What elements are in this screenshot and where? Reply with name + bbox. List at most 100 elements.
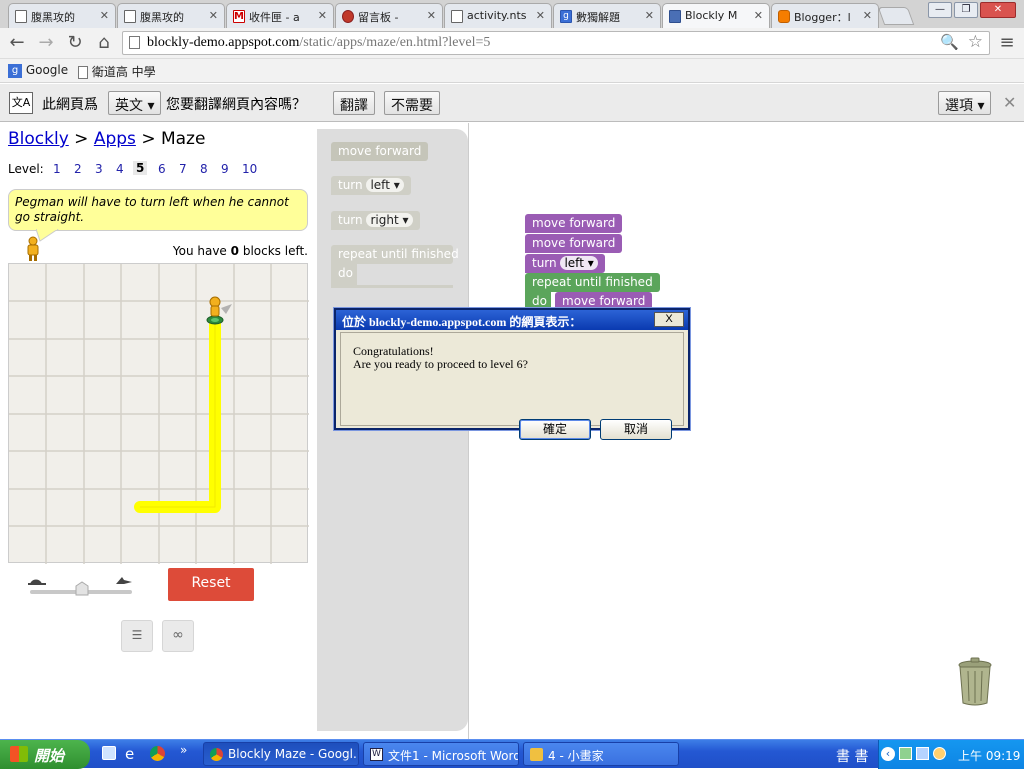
code-icon: ☰: [131, 628, 143, 642]
toolbox-turn-right-block[interactable]: turn right ▾: [331, 211, 420, 230]
bookmark-google[interactable]: g Google: [8, 63, 68, 78]
dialog-close-button[interactable]: X: [654, 312, 684, 327]
show-desktop-icon[interactable]: [102, 746, 116, 760]
tab-title: 數獨解題: [576, 11, 620, 24]
close-tab-icon[interactable]: ✕: [645, 9, 654, 22]
address-bar[interactable]: blockly-demo.appspot.com/static/apps/maz…: [122, 31, 990, 55]
nope-button[interactable]: 不需要: [384, 91, 440, 115]
translate-button[interactable]: 翻譯: [333, 91, 375, 115]
level-link-3[interactable]: 3: [95, 162, 103, 176]
browser-tab-4[interactable]: 留言板 - ✕: [335, 3, 443, 28]
ie-icon[interactable]: e: [125, 745, 134, 763]
trash-can-icon[interactable]: [957, 657, 993, 707]
turn-direction-dropdown[interactable]: left ▾: [560, 256, 598, 270]
browser-tab-7-active[interactable]: Blockly M ✕: [662, 3, 770, 28]
dialog-body: Congratulations! Are you ready to procee…: [340, 332, 684, 440]
program-move-forward-block[interactable]: move forward: [525, 234, 623, 253]
turn-direction-dropdown[interactable]: right ▾: [366, 213, 413, 227]
bookmark-star-icon[interactable]: ☆: [968, 32, 983, 52]
link-button[interactable]: ∞: [162, 620, 194, 652]
ime-indicator[interactable]: 書 書: [836, 746, 868, 766]
close-tab-icon[interactable]: ✕: [863, 9, 872, 22]
maze-board: [8, 263, 309, 564]
reload-icon[interactable]: ↻: [64, 32, 86, 54]
close-tab-icon[interactable]: ✕: [100, 9, 109, 22]
toolbox-move-forward-block[interactable]: move forward: [331, 142, 429, 161]
level-link-1[interactable]: 1: [53, 162, 61, 176]
start-button[interactable]: 開始: [0, 740, 90, 769]
zoom-icon[interactable]: 🔍: [940, 33, 959, 52]
url-host: blockly-demo.appspot.com: [147, 35, 300, 50]
level-link-6[interactable]: 6: [158, 162, 166, 176]
repeat-header: repeat until finished: [331, 245, 459, 264]
tab-title: 腹黑攻的: [31, 11, 75, 24]
level-link-2[interactable]: 2: [74, 162, 82, 176]
turn-direction-dropdown[interactable]: left ▾: [366, 178, 404, 192]
browser-tab-6[interactable]: g 數獨解題 ✕: [553, 3, 661, 28]
tray-expand-icon[interactable]: ‹: [881, 747, 895, 761]
toolbox-turn-left-block[interactable]: turn left ▾: [331, 176, 411, 195]
breadcrumb-apps-link[interactable]: Apps: [94, 129, 136, 149]
program-move-forward-block[interactable]: move forward: [525, 214, 623, 233]
reset-button[interactable]: Reset: [168, 568, 254, 601]
level-link-9[interactable]: 9: [221, 162, 229, 176]
windows-taskbar: 開始 e » Blockly Maze - Googl... W 文件1 - M…: [0, 739, 1024, 769]
close-tab-icon[interactable]: ✕: [754, 9, 763, 22]
slider-knob: [75, 581, 89, 596]
apple-icon: [342, 10, 354, 23]
bookmark-label: 中學: [131, 65, 156, 79]
close-tab-icon[interactable]: ✕: [536, 9, 545, 22]
forward-icon[interactable]: →: [35, 32, 57, 54]
taskbar-chrome-window[interactable]: Blockly Maze - Googl...: [203, 742, 359, 766]
level-link-4[interactable]: 4: [116, 162, 124, 176]
bookmark-school[interactable]: 衛道高 中學: [78, 63, 156, 80]
level-link-8[interactable]: 8: [200, 162, 208, 176]
language-select[interactable]: 英文 ▾: [108, 91, 162, 115]
level-link-7[interactable]: 7: [179, 162, 187, 176]
display-icon[interactable]: [916, 747, 929, 760]
program-repeat-block[interactable]: repeat until finished: [525, 273, 660, 292]
tab-strip: 腹黑攻的 ✕ 腹黑攻的 ✕ M 收件匣 - a ✕ 留言板 - ✕ activi…: [0, 0, 1024, 28]
home-icon[interactable]: ⌂: [93, 32, 115, 54]
show-code-button[interactable]: ☰: [121, 620, 153, 652]
browser-tab-1[interactable]: 腹黑攻的 ✕: [8, 3, 116, 28]
browser-tab-3[interactable]: M 收件匣 - a ✕: [226, 3, 334, 28]
browser-tab-5[interactable]: activity.nts ✕: [444, 3, 552, 28]
dialog-cancel-button[interactable]: 取消: [600, 419, 672, 440]
toolbox-repeat-block[interactable]: repeat until finished do: [331, 245, 459, 288]
browser-toolbar: ← → ↻ ⌂ blockly-demo.appspot.com/static/…: [0, 28, 1024, 59]
taskbar-word-window[interactable]: W 文件1 - Microsoft Word: [363, 742, 519, 766]
breadcrumb-blockly-link[interactable]: Blockly: [8, 129, 69, 149]
speed-slider[interactable]: [28, 574, 134, 598]
tab-title: activity.nts: [467, 9, 527, 22]
close-tab-icon[interactable]: ✕: [427, 9, 436, 22]
breadcrumb-separator: >: [74, 129, 89, 149]
chrome-icon[interactable]: [150, 746, 165, 761]
tab-title: 留言板 -: [358, 11, 399, 24]
clock[interactable]: 上午 09:19: [958, 747, 1020, 764]
program-turn-block[interactable]: turn left ▾: [525, 254, 605, 273]
close-tab-icon[interactable]: ✕: [318, 9, 327, 22]
menu-icon[interactable]: ≡: [996, 32, 1018, 54]
level-link-10[interactable]: 10: [242, 162, 257, 176]
close-tab-icon[interactable]: ✕: [209, 9, 218, 22]
minimize-button[interactable]: —: [928, 2, 952, 18]
browser-tab-8[interactable]: Blogger：l ✕: [771, 3, 879, 28]
dialog-ok-button[interactable]: 確定: [519, 419, 591, 440]
maximize-button[interactable]: ❐: [954, 2, 978, 18]
more-quicklaunch-icon[interactable]: »: [180, 743, 187, 757]
level-label: Level:: [8, 162, 44, 176]
network-icon[interactable]: [899, 747, 912, 760]
link-icon: ∞: [172, 627, 184, 643]
alert-dialog: 位於 blockly-demo.appspot.com 的網頁表示： X Con…: [334, 308, 690, 440]
new-tab-button[interactable]: [877, 7, 915, 25]
taskbar-paint-window[interactable]: 4 - 小畫家: [523, 742, 679, 766]
browser-tab-2[interactable]: 腹黑攻的 ✕: [117, 3, 225, 28]
back-icon[interactable]: ←: [6, 32, 28, 54]
options-dropdown[interactable]: 選項 ▾: [938, 91, 992, 115]
volume-icon[interactable]: [933, 747, 946, 760]
maze-panel: Blockly > Apps > Maze Level: 1 2 3 4 5 6…: [0, 123, 317, 739]
close-infobar-icon[interactable]: ✕: [1003, 93, 1016, 112]
tab-title: Blockly M: [685, 9, 738, 22]
close-window-button[interactable]: ✕: [980, 2, 1016, 18]
